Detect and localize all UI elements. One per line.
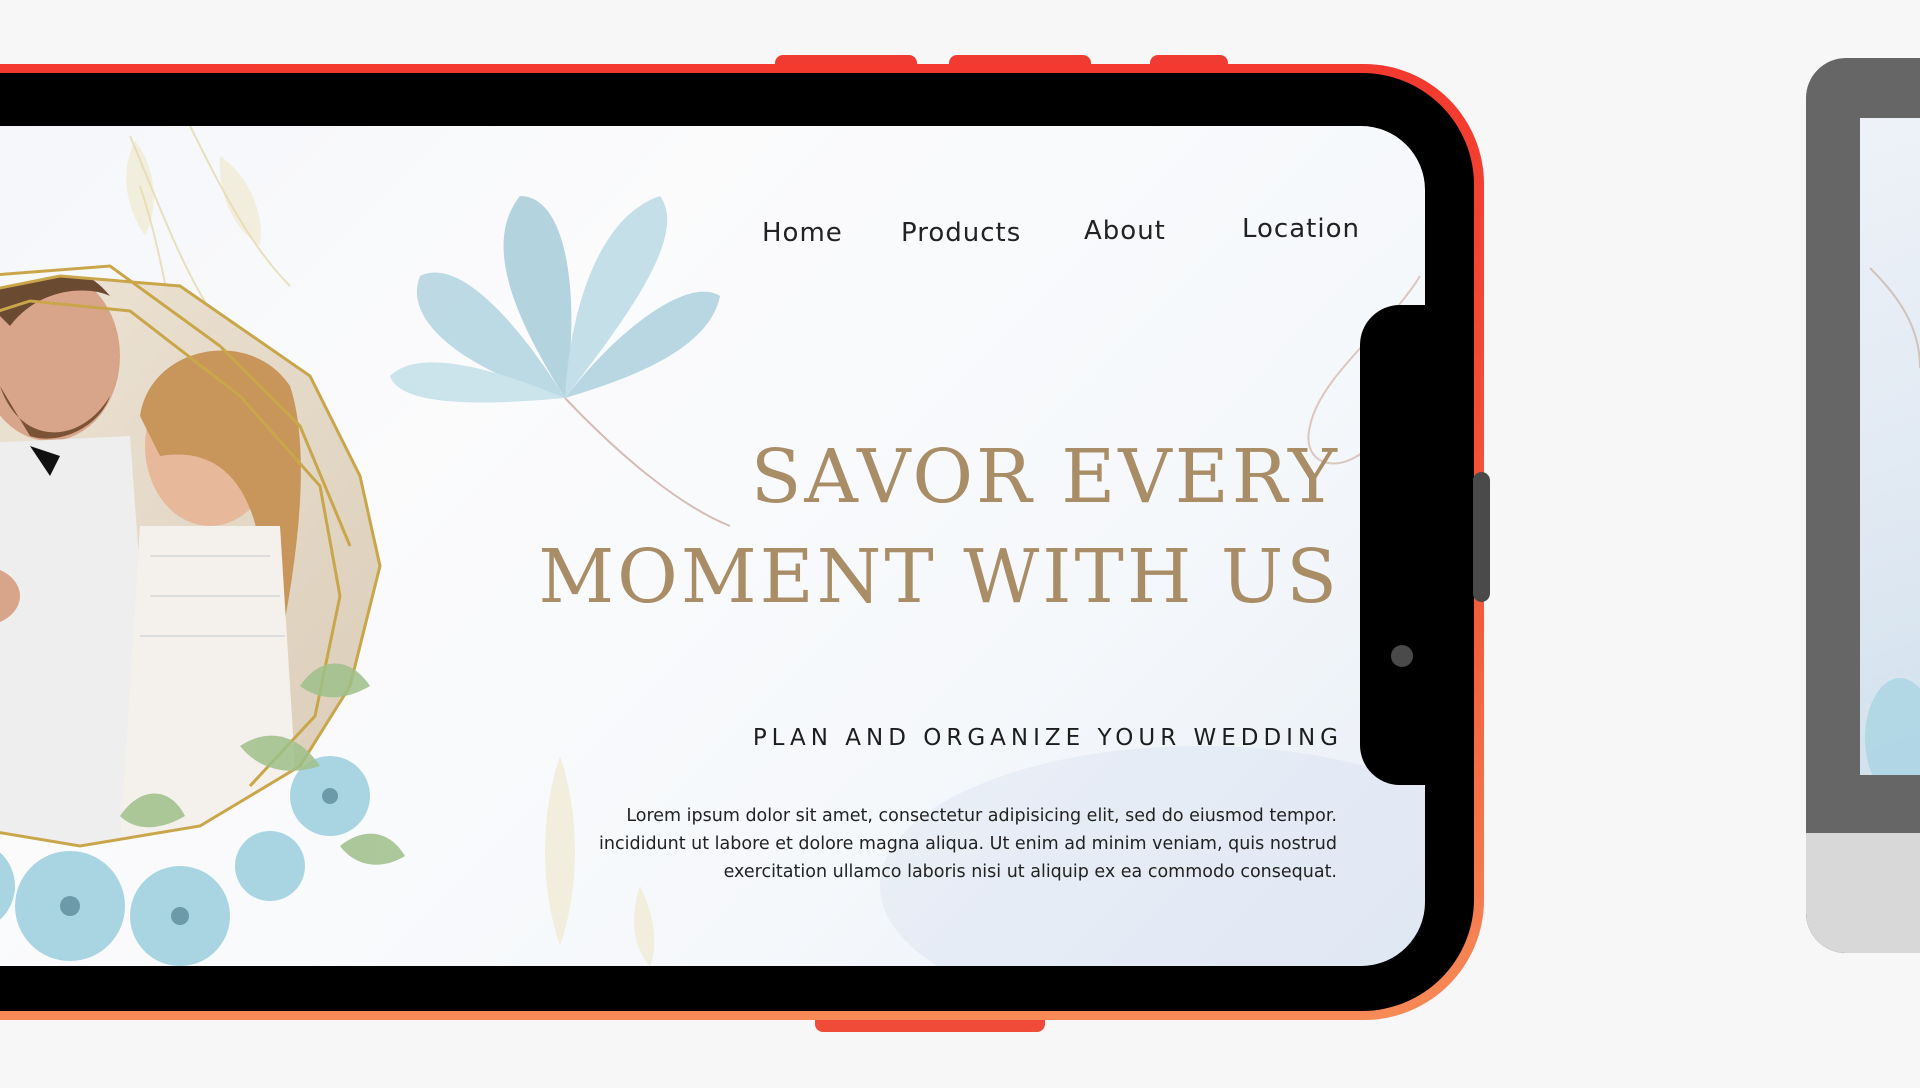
couple-photo-image bbox=[0, 264, 405, 966]
hero-body-text: Lorem ipsum dolor sit amet, consectetur … bbox=[437, 802, 1337, 886]
hero-headline-line-1: SAVOR EVERY bbox=[750, 434, 1340, 520]
second-phone-base bbox=[1806, 833, 1920, 953]
nav-link-products[interactable]: Products bbox=[901, 218, 1021, 248]
phone-camera-dot bbox=[1391, 645, 1413, 667]
phone-speaker-bar bbox=[1473, 472, 1490, 602]
presentation-stage: Home Products About Location SAVOR EVERY… bbox=[0, 0, 1920, 1088]
hero-headline-line-2: MOMENT WITH US bbox=[538, 534, 1340, 620]
hero-body-line-2: incididunt ut labore et dolore magna ali… bbox=[599, 834, 1337, 854]
phone-frame: Home Products About Location SAVOR EVERY… bbox=[0, 64, 1484, 1020]
hero-body-line-1: Lorem ipsum dolor sit amet, consectetur … bbox=[626, 806, 1337, 826]
nav-link-about[interactable]: About bbox=[1084, 216, 1166, 246]
nav-link-home[interactable]: Home bbox=[762, 218, 843, 248]
phone-screen: Home Products About Location SAVOR EVERY… bbox=[0, 126, 1425, 966]
second-phone-frame bbox=[1806, 58, 1920, 953]
second-phone-decor-graphic bbox=[1865, 267, 1920, 775]
second-phone-screen bbox=[1860, 118, 1920, 775]
hero-subheading: PLAN AND ORGANIZE YOUR WEDDING bbox=[752, 725, 1343, 751]
phone-body: Home Products About Location SAVOR EVERY… bbox=[0, 73, 1474, 1011]
nav-link-location[interactable]: Location bbox=[1242, 214, 1360, 244]
phone-notch bbox=[1360, 305, 1460, 785]
hero-body-line-3: exercitation ullamco laboris nisi ut ali… bbox=[723, 862, 1337, 882]
